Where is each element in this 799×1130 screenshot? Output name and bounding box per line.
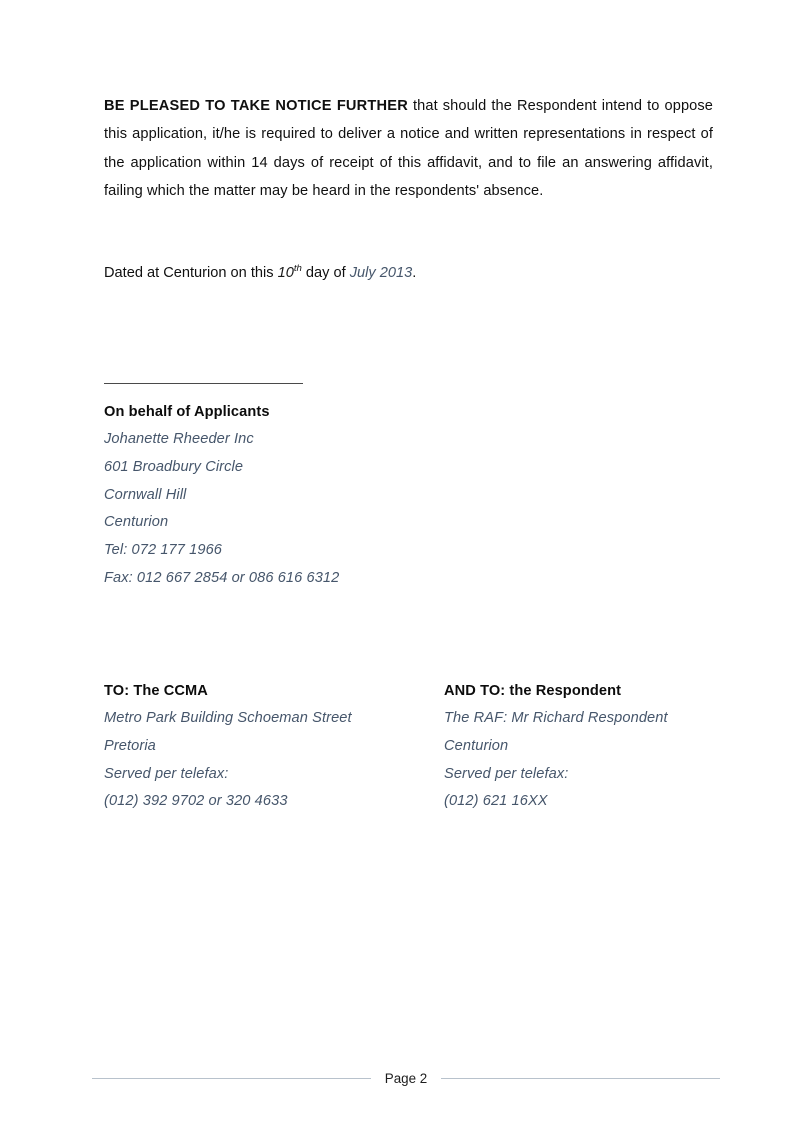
dated-middle: day of: [301, 265, 350, 281]
service-fax-line: (012) 621 16XX: [444, 793, 548, 810]
page-number-label: Page 2: [384, 1071, 428, 1086]
service-method-line: Served per telefax:: [444, 765, 569, 782]
body-text-block: BE PLEASED TO TAKE NOTICE FURTHER that s…: [104, 92, 713, 206]
dated-month-year: July 2013: [349, 265, 413, 281]
dated-line: Dated at Centurion on this 10th day of J…: [104, 261, 416, 285]
service-address-line: The RAF: Mr Richard Respondent: [444, 710, 668, 726]
signature-address-line: Johanette Rheeder Inc: [104, 431, 254, 447]
signature-address-line: Centurion: [104, 514, 169, 531]
page-footer: Page 2: [92, 1071, 721, 1086]
service-heading: TO: The CCMA: [104, 683, 208, 699]
dated-day-number: 10: [277, 265, 294, 281]
service-address-line: Centurion: [444, 737, 509, 754]
signature-rule: [104, 383, 303, 384]
signature-block: On behalf of Applicants Johanette Rheede…: [104, 398, 524, 593]
footer-rule-right: [441, 1078, 721, 1079]
service-fax-line: (012) 392 9702 or 320 4633: [104, 793, 288, 810]
footer-rule-left: [92, 1078, 371, 1079]
signature-fax-line: Fax: 012 667 2854 or 086 616 6312: [104, 569, 340, 586]
service-method-line: Served per telefax:: [104, 765, 229, 782]
service-column-ccma: TO: The CCMA Metro Park Building Schoema…: [104, 677, 434, 816]
service-heading: AND TO: the Respondent: [444, 683, 622, 699]
service-column-respondent: AND TO: the Respondent The RAF: Mr Richa…: [444, 677, 774, 816]
service-address-line: Pretoria: [104, 737, 156, 754]
dated-prefix: Dated at Centurion on this: [104, 265, 278, 281]
dated-suffix: .: [412, 265, 417, 281]
service-address-line: Metro Park Building Schoeman Street: [104, 710, 352, 726]
notice-lead-bold: BE PLEASED TO TAKE NOTICE FURTHER: [104, 98, 408, 114]
signature-address-line: Cornwall Hill: [104, 486, 187, 503]
document-page: BE PLEASED TO TAKE NOTICE FURTHER that s…: [0, 0, 799, 1130]
signature-phone-line: Tel: 072 177 1966: [104, 542, 223, 559]
notice-paragraph: BE PLEASED TO TAKE NOTICE FURTHER that s…: [104, 92, 713, 206]
signature-heading: On behalf of Applicants: [104, 404, 270, 420]
dated-ordinal-suffix: th: [293, 263, 302, 275]
signature-address-line: 601 Broadbury Circle: [104, 458, 244, 475]
